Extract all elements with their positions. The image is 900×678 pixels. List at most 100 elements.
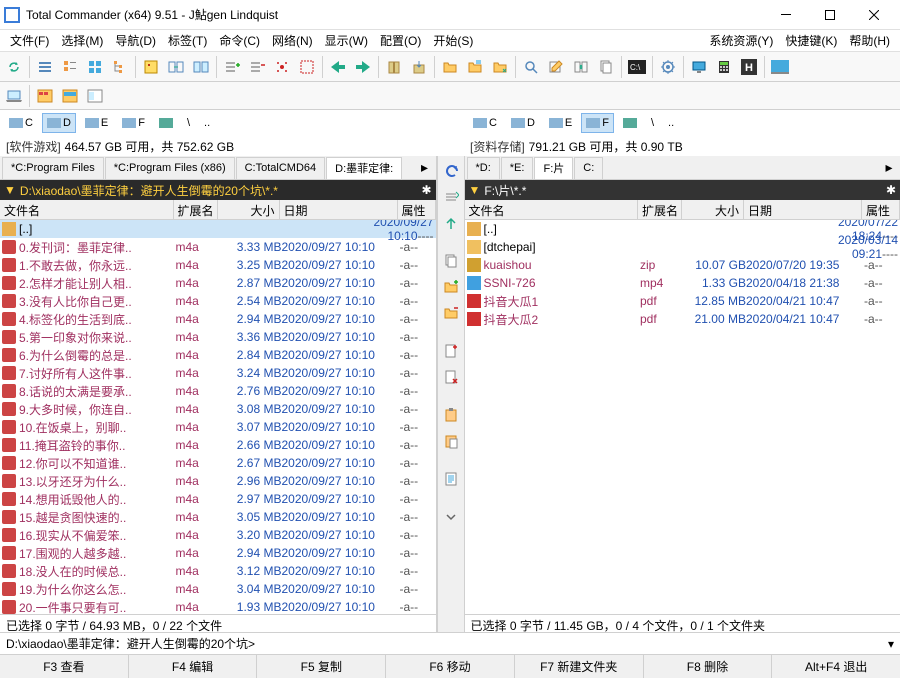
select-group-icon[interactable] (295, 55, 319, 79)
f8-delete[interactable]: F8 删除 (644, 655, 773, 678)
col-date[interactable]: 日期 (744, 200, 862, 219)
screen-icon[interactable] (768, 55, 792, 79)
show-hidden-icon[interactable] (139, 55, 163, 79)
left-file-list[interactable]: [..]2020/09/27 10:10----0.发刊词：墨菲定律..m4a3… (0, 220, 436, 614)
drive-up[interactable]: .. (199, 113, 215, 133)
col-ext[interactable]: 扩展名 (638, 200, 682, 219)
right-file-list[interactable]: [..]2020/07/22 18:24----[dtchepai]2020/0… (465, 220, 900, 614)
drive-f[interactable]: F (581, 113, 614, 133)
f7-mkdir[interactable]: F7 新建文件夹 (515, 655, 644, 678)
menu-config[interactable]: 配置(O) (374, 30, 427, 51)
drive-network[interactable] (618, 113, 642, 133)
drive-e[interactable]: E (544, 113, 577, 133)
f6-move[interactable]: F6 移动 (386, 655, 515, 678)
altf4-exit[interactable]: Alt+F4 退出 (772, 655, 900, 678)
mid-copy-icon[interactable] (440, 250, 462, 272)
file-row[interactable]: 2.怎样才能让别人相..m4a2.87 MB2020/09/27 10:10-a… (0, 274, 436, 292)
calculator-icon[interactable] (712, 55, 736, 79)
view-tree-icon[interactable] (108, 55, 132, 79)
mid-up-icon[interactable] (440, 212, 462, 234)
select-minus-icon[interactable] (245, 55, 269, 79)
cmd-prompt-icon[interactable]: C:\ (625, 55, 649, 79)
file-row[interactable]: [..]2020/09/27 10:10---- (0, 220, 436, 238)
view-details-icon[interactable] (58, 55, 82, 79)
file-row[interactable]: 0.发刊词：墨菲定律..m4a3.33 MB2020/09/27 10:10-a… (0, 238, 436, 256)
panel-layout2-icon[interactable] (58, 84, 82, 108)
mid-back-icon[interactable] (440, 160, 462, 182)
view-thumbs-icon[interactable] (83, 55, 107, 79)
pack-icon[interactable] (382, 55, 406, 79)
file-row[interactable]: 8.话说的太满是要承..m4a2.76 MB2020/09/27 10:10-a… (0, 382, 436, 400)
tab[interactable]: *E: (501, 157, 534, 179)
h-icon[interactable]: H (737, 55, 761, 79)
menu-show[interactable]: 显示(W) (319, 30, 374, 51)
drive-f[interactable]: F (117, 113, 150, 133)
drive-network[interactable] (154, 113, 178, 133)
drive-d[interactable]: D (506, 113, 540, 133)
file-row[interactable]: 10.在饭桌上，别聊..m4a3.07 MB2020/09/27 10:10-a… (0, 418, 436, 436)
drive-e[interactable]: E (80, 113, 113, 133)
minimize-button[interactable] (764, 1, 808, 29)
copy-names-icon[interactable] (594, 55, 618, 79)
col-attr[interactable]: 属性 (862, 200, 900, 219)
search-icon[interactable] (519, 55, 543, 79)
mid-newfolder-icon[interactable] (440, 276, 462, 298)
right-tabs-menu[interactable]: ▸ (880, 159, 898, 177)
file-row[interactable]: SSNI-726mp41.33 GB2020/04/18 21:38-a-- (465, 274, 900, 292)
folder-icon[interactable] (438, 55, 462, 79)
col-ext[interactable]: 扩展名 (174, 200, 218, 219)
folder-tree-icon[interactable] (463, 55, 487, 79)
drive-root[interactable]: \ (182, 113, 195, 133)
f4-edit[interactable]: F4 编辑 (129, 655, 258, 678)
col-size[interactable]: 大小 (218, 200, 280, 219)
menu-file[interactable]: 文件(F) (4, 30, 55, 51)
sync-icon[interactable] (569, 55, 593, 79)
equal-panels-icon[interactable] (189, 55, 213, 79)
file-row[interactable]: 16.现实从不偏爱笨..m4a3.20 MB2020/09/27 10:10-a… (0, 526, 436, 544)
close-button[interactable] (852, 1, 896, 29)
menu-cmd[interactable]: 命令(C) (213, 30, 266, 51)
mid-down-icon[interactable] (440, 506, 462, 528)
select-plus-icon[interactable] (220, 55, 244, 79)
file-row[interactable]: 6.为什么倒霉的总是..m4a2.84 MB2020/09/27 10:10-a… (0, 346, 436, 364)
file-row[interactable]: 14.想用诋毁他人的..m4a2.97 MB2020/09/27 10:10-a… (0, 490, 436, 508)
menu-tags[interactable]: 标签(T) (162, 30, 213, 51)
left-path-bar[interactable]: ▼ D:\xiaodao\墨菲定律：避开人生倒霉的20个坑\*.* ✱ (0, 180, 436, 200)
tab[interactable]: *D: (467, 157, 500, 179)
cmd-dropdown-icon[interactable]: ▾ (888, 637, 894, 651)
drive-c[interactable]: C (468, 113, 502, 133)
mid-paste-icon[interactable] (440, 430, 462, 452)
menu-sysres[interactable]: 系统资源(Y) (703, 30, 779, 51)
col-name[interactable]: 文件名 (0, 200, 174, 219)
file-row[interactable]: 7.讨好所有人这件事..m4a3.24 MB2020/09/27 10:10-a… (0, 364, 436, 382)
panel-layout3-icon[interactable] (83, 84, 107, 108)
tab[interactable]: C: (574, 157, 603, 179)
refresh-icon[interactable] (2, 55, 26, 79)
mid-text-icon[interactable] (440, 468, 462, 490)
file-row[interactable]: 19.为什么你这么怎..m4a3.04 MB2020/09/27 10:10-a… (0, 580, 436, 598)
f3-view[interactable]: F3 查看 (0, 655, 129, 678)
view-list-icon[interactable] (33, 55, 57, 79)
monitor-icon[interactable] (687, 55, 711, 79)
col-date[interactable]: 日期 (280, 200, 398, 219)
file-row[interactable]: 抖音大瓜1pdf12.85 MB2020/04/21 10:47-a-- (465, 292, 900, 310)
mid-delfolder-icon[interactable] (440, 302, 462, 324)
menu-nav[interactable]: 导航(D) (109, 30, 162, 51)
mid-newfile-icon[interactable] (440, 340, 462, 362)
file-row[interactable]: 3.没有人比你自己更..m4a2.54 MB2020/09/27 10:10-a… (0, 292, 436, 310)
col-attr[interactable]: 属性 (398, 200, 436, 219)
drive-root[interactable]: \ (646, 113, 659, 133)
file-row[interactable]: 18.没人在的时候总..m4a3.12 MB2020/09/27 10:10-a… (0, 562, 436, 580)
tab[interactable]: C:TotalCMD64 (236, 157, 326, 179)
file-row[interactable]: 17.围观的人越多越..m4a2.94 MB2020/09/27 10:10-a… (0, 544, 436, 562)
file-row[interactable]: 15.越是贪图快速的..m4a3.05 MB2020/09/27 10:10-a… (0, 508, 436, 526)
laptop-icon[interactable] (2, 84, 26, 108)
settings-icon[interactable] (656, 55, 680, 79)
swap-panels-icon[interactable] (164, 55, 188, 79)
col-name[interactable]: 文件名 (465, 200, 639, 219)
tab[interactable]: D:墨菲定律: (326, 157, 402, 179)
file-row[interactable]: 11.掩耳盗铃的事你..m4a2.66 MB2020/09/27 10:10-a… (0, 436, 436, 454)
tab[interactable]: *C:Program Files (x86) (105, 157, 235, 179)
mid-delfile-icon[interactable] (440, 366, 462, 388)
file-row[interactable]: 9.大多时候，你连自..m4a3.08 MB2020/09/27 10:10-a… (0, 400, 436, 418)
